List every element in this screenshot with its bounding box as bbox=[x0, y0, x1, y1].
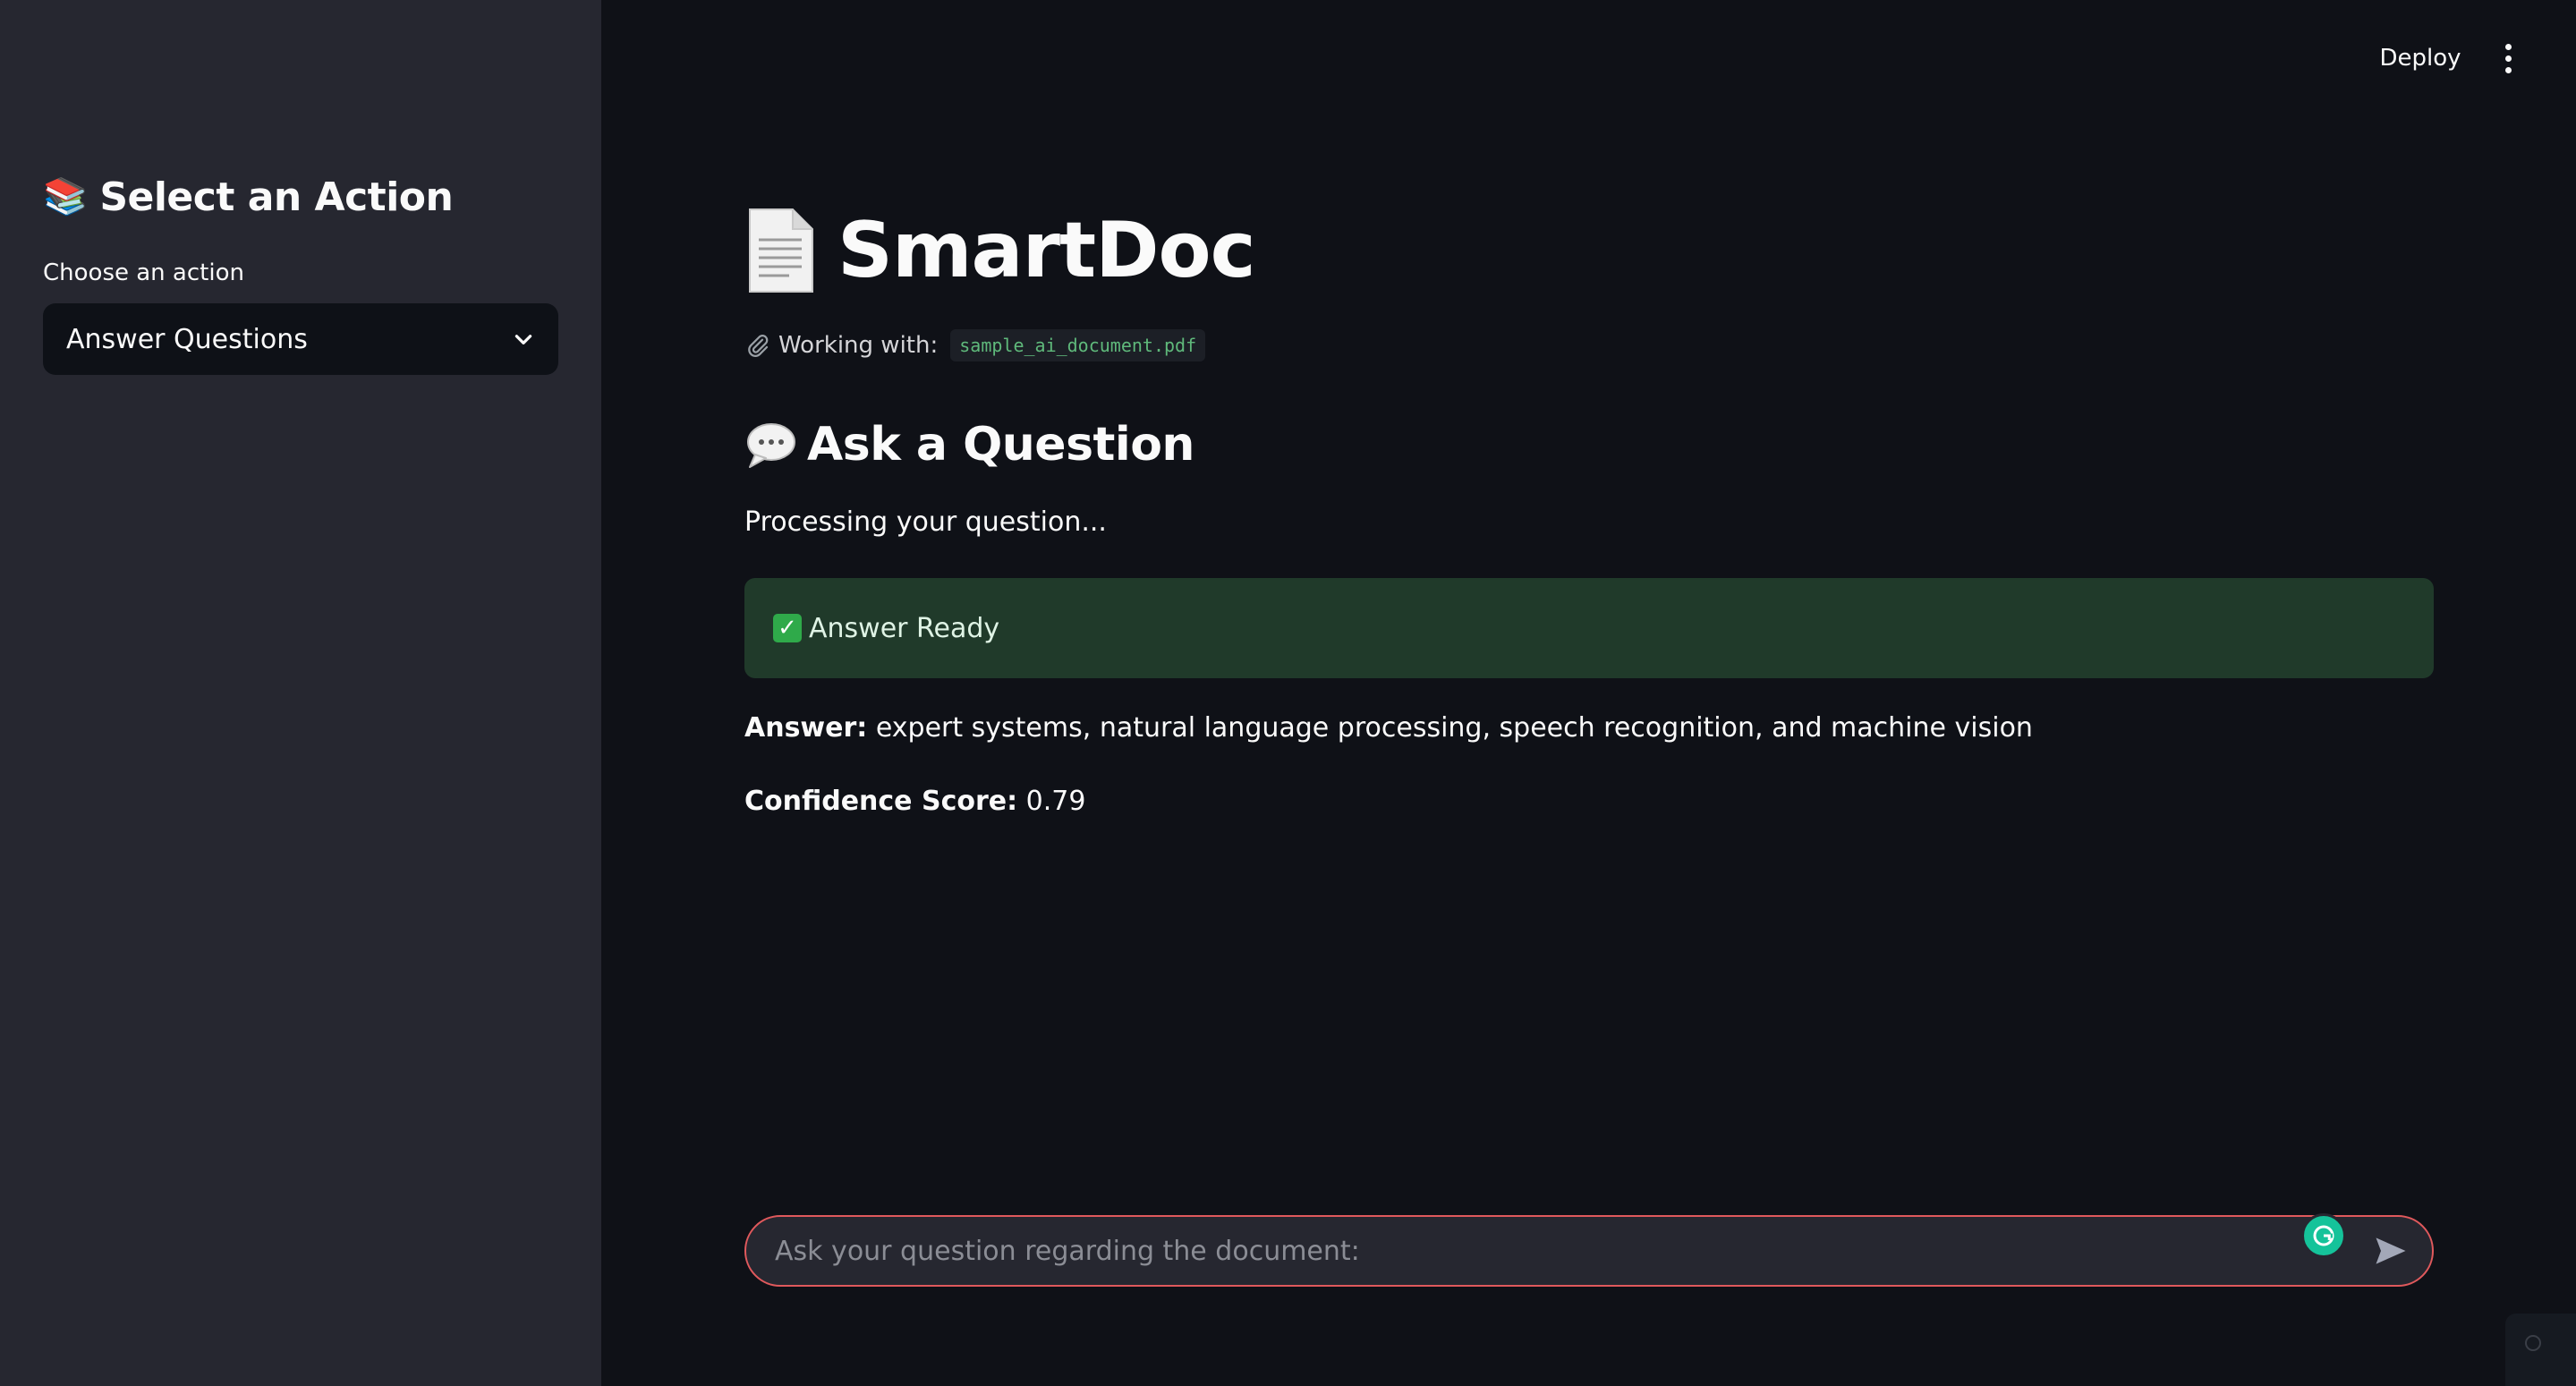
sidebar: 📚 Select an Action Choose an action Answ… bbox=[0, 0, 601, 1386]
speech-bubble-icon bbox=[747, 423, 795, 468]
grammarly-icon[interactable] bbox=[2301, 1213, 2346, 1258]
section-title: Ask a Question bbox=[744, 413, 1194, 476]
action-select[interactable]: Answer Questions bbox=[43, 303, 558, 375]
chevron-down-icon bbox=[514, 335, 532, 344]
success-alert: ✓ Answer Ready bbox=[744, 578, 2434, 678]
working-file: sample_ai_document.pdf bbox=[950, 329, 1206, 361]
confidence-value: 0.79 bbox=[1025, 786, 1086, 817]
page-title: SmartDoc bbox=[744, 197, 1256, 304]
sidebar-title-text: Select an Action bbox=[99, 174, 454, 220]
action-select-value: Answer Questions bbox=[66, 323, 308, 355]
question-input[interactable] bbox=[746, 1217, 2432, 1285]
status-widget bbox=[2505, 1314, 2576, 1386]
circle-icon bbox=[2525, 1335, 2541, 1351]
chat-input-container bbox=[744, 1213, 2434, 1287]
page-title-text: SmartDoc bbox=[837, 206, 1256, 295]
select-label: Choose an action bbox=[43, 259, 244, 286]
section-title-text: Ask a Question bbox=[807, 418, 1194, 472]
processing-text: Processing your question... bbox=[744, 506, 1107, 538]
check-icon: ✓ bbox=[773, 614, 802, 642]
deploy-button[interactable]: Deploy bbox=[2362, 38, 2478, 79]
confidence-line: Confidence Score: 0.79 bbox=[744, 786, 1085, 817]
confidence-label: Confidence Score: bbox=[744, 786, 1018, 817]
paperclip-icon bbox=[748, 335, 769, 357]
answer-text: expert systems, natural language process… bbox=[875, 712, 2033, 744]
page-document-icon bbox=[749, 208, 813, 293]
status-label: Answer Ready bbox=[809, 612, 1000, 644]
working-label: Working with: bbox=[778, 332, 939, 359]
answer-label: Answer: bbox=[744, 712, 868, 744]
working-with: Working with: sample_ai_document.pdf bbox=[744, 327, 1206, 363]
books-icon: 📚 bbox=[43, 176, 88, 217]
answer-line: Answer: expert systems, natural language… bbox=[744, 712, 2033, 744]
sidebar-title: 📚 Select an Action bbox=[43, 170, 454, 224]
vertical-ellipsis-icon[interactable] bbox=[2496, 38, 2520, 79]
send-arrow-icon[interactable] bbox=[2371, 1231, 2410, 1271]
